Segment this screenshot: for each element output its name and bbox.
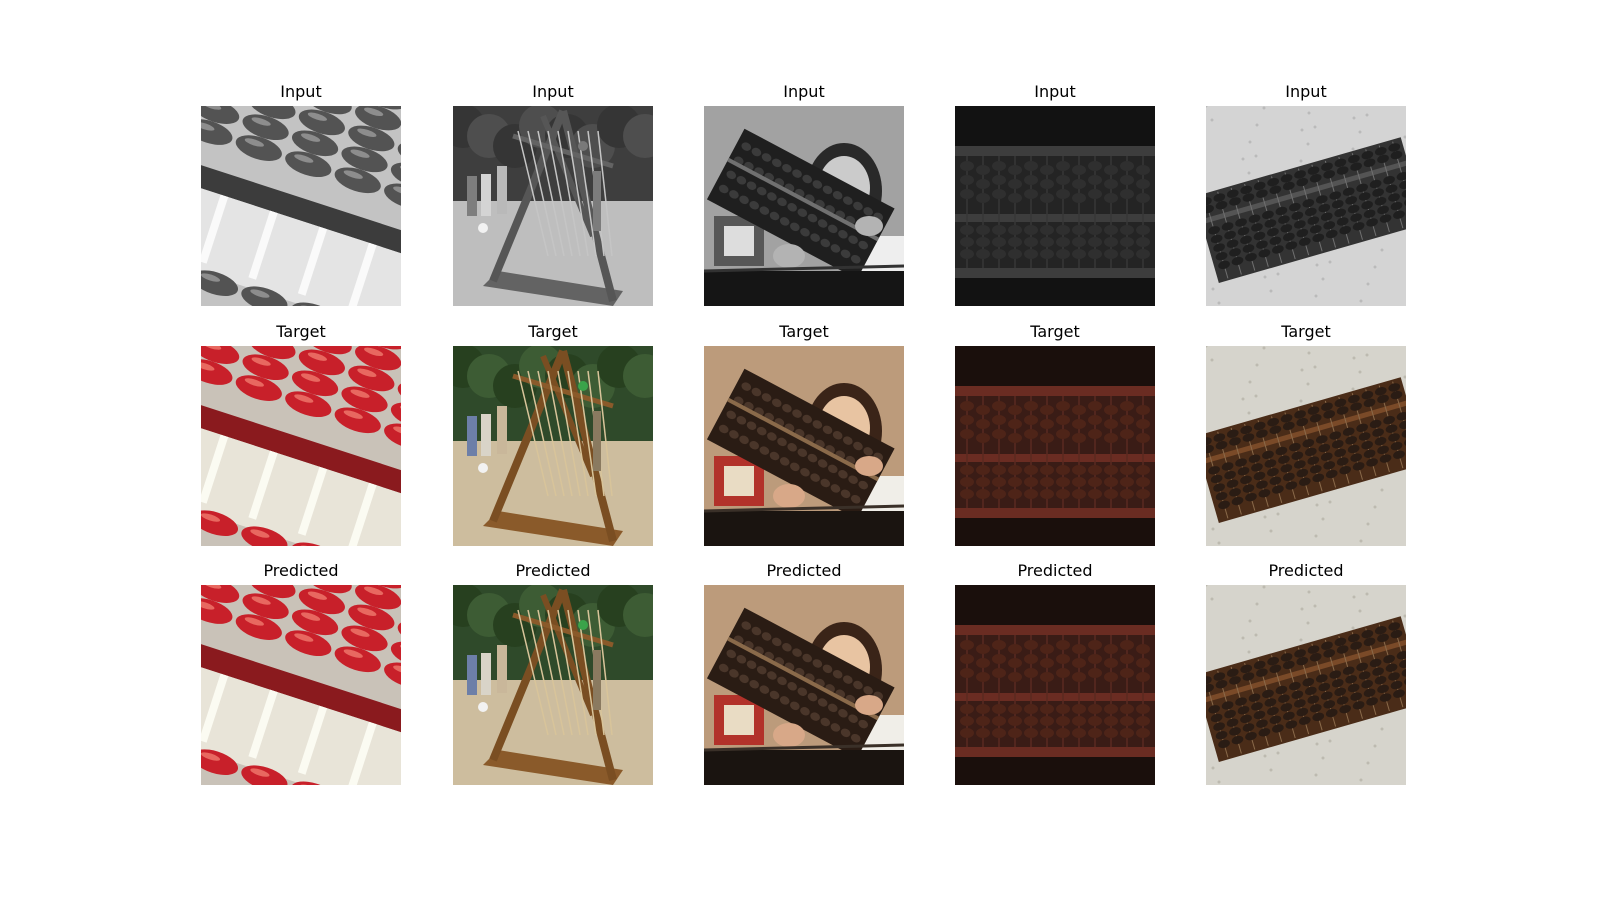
abacus-dark-frame-photo <box>955 346 1155 546</box>
target-title-5: Target <box>1281 322 1331 341</box>
predicted-title-3: Predicted <box>766 561 842 580</box>
target-title-3: Target <box>779 322 829 341</box>
predicted-title-4: Predicted <box>1017 561 1093 580</box>
woman-holding-abacus-photo <box>704 346 904 546</box>
input-title-3: Input <box>783 82 825 101</box>
giant-wooden-abacus-park-photo <box>453 346 653 546</box>
target-image-2 <box>453 346 653 546</box>
target-title-1: Target <box>276 322 326 341</box>
input-title-4: Input <box>1034 82 1076 101</box>
abacus-closeup-beads-photo <box>201 346 401 546</box>
input-image-3 <box>704 106 904 306</box>
input-image-1 <box>201 106 401 306</box>
target-image-5 <box>1206 346 1406 546</box>
woman-holding-abacus-photo <box>704 106 904 306</box>
abacus-closeup-beads-photo <box>201 585 401 785</box>
target-image-4 <box>955 346 1155 546</box>
predicted-image-2 <box>453 585 653 785</box>
predicted-image-3 <box>704 585 904 785</box>
predicted-title-2: Predicted <box>515 561 591 580</box>
input-title-5: Input <box>1285 82 1327 101</box>
abacus-on-carpet-photo <box>1206 106 1406 306</box>
image-grid-figure: Input Input Input Input Input Target Target Tar… <box>0 0 1600 900</box>
target-image-1 <box>201 346 401 546</box>
input-image-5 <box>1206 106 1406 306</box>
predicted-title-5: Predicted <box>1268 561 1344 580</box>
abacus-dark-frame-photo <box>955 585 1155 785</box>
woman-holding-abacus-photo <box>704 585 904 785</box>
target-title-4: Target <box>1030 322 1080 341</box>
predicted-title-1: Predicted <box>263 561 339 580</box>
target-title-2: Target <box>528 322 578 341</box>
giant-wooden-abacus-park-photo <box>453 585 653 785</box>
abacus-closeup-beads-photo <box>201 106 401 306</box>
abacus-on-carpet-photo <box>1206 585 1406 785</box>
abacus-dark-frame-photo <box>955 106 1155 306</box>
predicted-image-5 <box>1206 585 1406 785</box>
predicted-image-1 <box>201 585 401 785</box>
giant-wooden-abacus-park-photo <box>453 106 653 306</box>
input-image-2 <box>453 106 653 306</box>
predicted-image-4 <box>955 585 1155 785</box>
input-title-2: Input <box>532 82 574 101</box>
target-image-3 <box>704 346 904 546</box>
input-title-1: Input <box>280 82 322 101</box>
abacus-on-carpet-photo <box>1206 346 1406 546</box>
input-image-4 <box>955 106 1155 306</box>
